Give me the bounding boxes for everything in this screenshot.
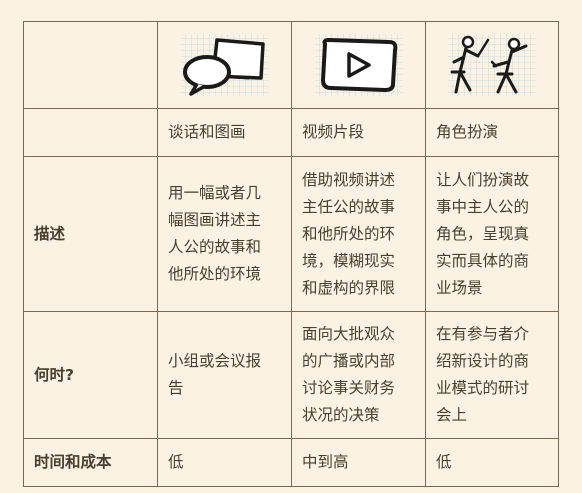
cell-line: 角色，呈现真 [436, 224, 530, 243]
method-name-row: 谈话和图画 视频片段 角色扮演 [23, 108, 559, 157]
row-label-when: 何时? [23, 311, 158, 439]
cell-line: 在有参与者介 [436, 325, 530, 343]
method-name-role-play: 角色扮演 [425, 108, 559, 157]
cell-line: 借助视频讲述 [302, 170, 396, 189]
cell-line: 业模式的研讨 [436, 379, 530, 397]
video-play-icon [314, 34, 403, 96]
row-label-description: 描述 [23, 156, 158, 312]
cell-line: 和他所处的环 [302, 224, 396, 243]
cell-line: 业场景 [436, 278, 483, 297]
cell-line: 和虚构的界限 [302, 278, 396, 297]
cell-line: 人公的故事和 [168, 238, 262, 256]
time-cost-cell-2: 低 [425, 438, 559, 487]
method-name-talk-and-picture: 谈话和图画 [157, 108, 292, 157]
time-cost-cell-0: 低 [157, 438, 292, 487]
cell-line: 事中主人公的 [436, 197, 530, 216]
row-label-time-cost: 时间和成本 [23, 438, 158, 487]
icon-cell-1 [291, 21, 426, 109]
cell-line: 讨论事关财务 [302, 379, 396, 397]
cell-line: 让人们扮演故 [436, 170, 530, 189]
cell-line: 实而具体的商 [436, 251, 530, 270]
cell-line: 面向大批观众 [302, 325, 396, 343]
cell-line: 绍新设计的商 [436, 352, 530, 370]
description-cell-2: 让人们扮演故 事中主人公的 角色，呈现真 实而具体的商 业场景 [425, 156, 559, 312]
time-cost-row: 时间和成本 低 中到高 低 [23, 438, 559, 487]
cell-line: 用一幅或者几 [168, 184, 262, 202]
when-cell-1: 面向大批观众 的广播或内部 讨论事关财务 状况的决策 [291, 311, 426, 439]
icon-cell-0 [157, 21, 292, 109]
cell-line: 告 [168, 379, 184, 397]
speech-bubble-and-picture-icon [180, 34, 269, 96]
cell-line: 他所处的环境 [168, 265, 262, 283]
when-row: 何时? 小组或会议报 告 面向大批观众 的广播或内部 讨论事关财务 状况的决策 … [23, 311, 559, 439]
time-cost-cell-1: 中到高 [291, 438, 426, 487]
cell-line: 的广播或内部 [302, 352, 396, 370]
cell-line: 小组或会议报 [168, 352, 262, 370]
when-cell-0: 小组或会议报 告 [157, 311, 292, 439]
method-name-video-clip: 视频片段 [291, 108, 426, 157]
icon-cell-2 [425, 21, 559, 109]
description-row: 描述 用一幅或者几 幅图画讲述主 人公的故事和 他所处的环境 借助视频讲述 主任… [23, 156, 559, 312]
role-play-people-icon [448, 34, 536, 96]
cell-line: 会上 [436, 406, 468, 424]
cell-line: 状况的决策 [302, 406, 380, 424]
description-cell-1: 借助视频讲述 主任公的故事 和他所处的环 境，模糊现实 和虚构的界限 [291, 156, 426, 312]
page: 谈话和图画 视频片段 角色扮演 描述 用一幅或者几 幅图画讲述主 人公的故事和 … [0, 0, 582, 493]
cell-line: 幅图画讲述主 [168, 211, 262, 229]
method-name-corner [23, 108, 158, 157]
comparison-table: 谈话和图画 视频片段 角色扮演 描述 用一幅或者几 幅图画讲述主 人公的故事和 … [23, 21, 559, 487]
cell-line: 主任公的故事 [302, 197, 396, 216]
description-cell-0: 用一幅或者几 幅图画讲述主 人公的故事和 他所处的环境 [157, 156, 292, 312]
when-cell-2: 在有参与者介 绍新设计的商 业模式的研讨 会上 [425, 311, 559, 439]
corner-cell [23, 21, 158, 109]
cell-line: 境，模糊现实 [302, 251, 396, 270]
icon-row [23, 21, 559, 109]
